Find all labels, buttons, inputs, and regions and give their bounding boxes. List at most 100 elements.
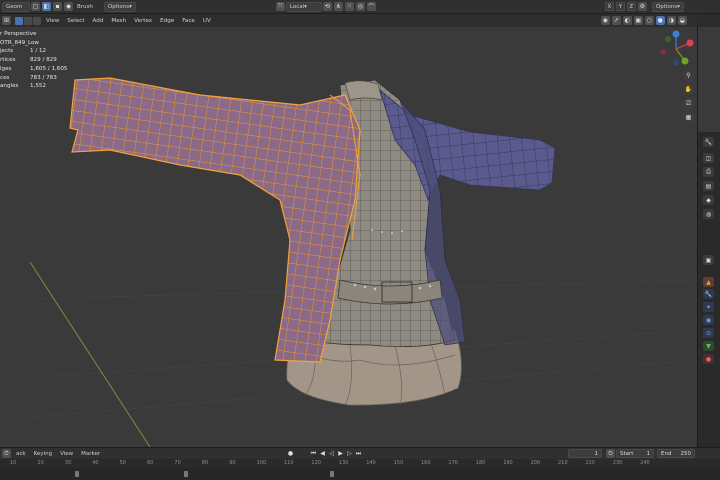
world-tab-icon[interactable]: ◍: [703, 209, 714, 219]
start-frame-field[interactable]: Start 1: [616, 449, 654, 458]
shading-solid-icon[interactable]: ●: [655, 16, 665, 25]
brush-settings-icon[interactable]: ⚙: [637, 2, 647, 11]
output-tab-icon[interactable]: ⎙: [703, 167, 714, 177]
visibility-icon[interactable]: ◉: [600, 16, 610, 25]
particles-tab-icon[interactable]: ✦: [703, 302, 714, 312]
snap-icon[interactable]: ⋔: [333, 2, 343, 11]
menu-uv[interactable]: UV: [199, 14, 215, 27]
3d-viewport[interactable]: [0, 27, 697, 447]
render-tab-icon[interactable]: ◫: [703, 153, 714, 163]
ortho-grid-icon[interactable]: ▦: [683, 112, 694, 123]
axis-x-toggle[interactable]: X: [604, 2, 614, 11]
options-dropdown[interactable]: Options ▾: [103, 1, 136, 12]
ruler-tick: 90: [229, 460, 236, 466]
hand-pan-icon[interactable]: ✋: [683, 84, 694, 95]
wrench-icon[interactable]: 🔧: [703, 289, 714, 299]
timeline-body[interactable]: [0, 468, 720, 480]
menu-select[interactable]: Select: [63, 14, 88, 27]
timeline-menu-keying[interactable]: Keying: [30, 451, 56, 457]
current-frame-field[interactable]: 1: [568, 449, 602, 458]
view-layer-tab-icon[interactable]: ▤: [703, 181, 714, 191]
snap-target-icon[interactable]: ⁙: [344, 2, 354, 11]
material-tab-icon[interactable]: ●: [703, 354, 714, 364]
ruler-tick: 20: [37, 460, 44, 466]
pivot-icon[interactable]: ⟲: [322, 2, 332, 11]
vertex-select-icon[interactable]: [15, 16, 23, 25]
start-value: 1: [646, 450, 651, 457]
play-icon[interactable]: ▶: [336, 449, 345, 458]
zoom-icon[interactable]: ⚲: [683, 70, 694, 81]
tool-icon-2[interactable]: ▪: [53, 2, 62, 11]
mirror-axes: X Y Z: [604, 2, 637, 11]
preview-range-icon[interactable]: ⏲: [606, 449, 615, 458]
data-tab-icon[interactable]: ▼: [703, 341, 714, 351]
next-keyframe-icon[interactable]: ▷: [345, 449, 354, 458]
camera-view-icon[interactable]: ⎚: [683, 98, 694, 109]
prev-keyframe-icon[interactable]: ◀: [318, 449, 327, 458]
editor-type-icon[interactable]: ⊞: [2, 16, 11, 25]
tool-active-icon[interactable]: ◧: [42, 2, 51, 11]
modifier-tab-icon[interactable]: ▲: [703, 277, 714, 287]
menu-edge[interactable]: Edge: [156, 14, 178, 27]
ruler-tick: 230: [612, 460, 623, 466]
scene-tab-icon[interactable]: ◆: [703, 195, 714, 205]
viewport-header: ⊞ View Select Add Mesh Vertex Edge Face …: [0, 14, 697, 27]
falloff-icon[interactable]: ⌒: [366, 2, 376, 11]
select-box-icon[interactable]: ▢: [31, 2, 40, 11]
stat-value: 829 / 829: [30, 57, 57, 64]
shading-wire-icon[interactable]: ○: [644, 16, 654, 25]
overlay-icon[interactable]: ◐: [622, 16, 632, 25]
tool-icon-3[interactable]: ◆: [64, 2, 73, 11]
shading-render-icon[interactable]: ◒: [677, 16, 687, 25]
stat-key: angles: [0, 83, 19, 90]
menu-add[interactable]: Add: [89, 14, 108, 27]
timeline-marker: [330, 471, 334, 477]
brush-label[interactable]: Brush: [74, 2, 96, 12]
transform-orientation-icon[interactable]: ⤧: [275, 2, 285, 11]
edge-select-icon[interactable]: [24, 16, 32, 25]
end-frame-field[interactable]: End 250: [657, 449, 695, 458]
ruler-tick: 220: [585, 460, 595, 466]
object-name: OTR_849_Low: [0, 39, 39, 46]
shading-material-icon[interactable]: ◑: [666, 16, 676, 25]
timeline-menu-marker[interactable]: Marker: [77, 451, 104, 457]
constraints-tab-icon[interactable]: ⊙: [703, 328, 714, 338]
stat-key: jects: [0, 48, 14, 55]
physics-tab-icon[interactable]: ◉: [703, 315, 714, 325]
navigation-gizmo[interactable]: [656, 29, 696, 69]
ruler-tick: 100: [256, 460, 267, 466]
end-label: End: [661, 450, 672, 457]
stat-row: ces 783 / 783: [0, 74, 67, 83]
menu-mesh[interactable]: Mesh: [107, 14, 130, 27]
current-frame-value: 1: [594, 450, 599, 457]
timeline-editor-icon[interactable]: ⏱: [2, 449, 11, 458]
play-reverse-icon[interactable]: ◁: [327, 449, 336, 458]
record-icon[interactable]: ●: [286, 449, 295, 458]
orientation-dropdown[interactable]: Local ▾: [285, 1, 322, 12]
tool-tab-icon[interactable]: 🔧: [703, 137, 714, 147]
right-options-dropdown[interactable]: Options ▾: [651, 1, 684, 12]
ruler-tick: 140: [366, 460, 376, 466]
stat-key: rtices: [0, 57, 16, 64]
jump-end-icon[interactable]: ⏭: [354, 449, 363, 458]
stat-value: 783 / 783: [30, 74, 57, 81]
stat-row: rtices 829 / 829: [0, 56, 67, 65]
timeline-menu-playback[interactable]: ack: [12, 451, 30, 457]
menu-vertex[interactable]: Vertex: [130, 14, 156, 27]
proportional-edit-icon[interactable]: ◎: [355, 2, 365, 11]
jump-start-icon[interactable]: ⏮: [309, 449, 318, 458]
face-select-icon[interactable]: [33, 16, 41, 25]
ruler-tick: 160: [421, 460, 431, 466]
menu-face[interactable]: Face: [178, 14, 199, 27]
axis-y-toggle[interactable]: Y: [615, 2, 625, 11]
brush-spacer: [96, 2, 104, 12]
axis-z-toggle[interactable]: Z: [626, 2, 636, 11]
gizmo-toggle-icon[interactable]: ↗: [611, 16, 621, 25]
xray-icon[interactable]: ▣: [633, 16, 643, 25]
menu-view[interactable]: View: [42, 14, 63, 27]
timeline-menu-view[interactable]: View: [56, 451, 77, 457]
timeline-ruler[interactable]: 10 20 30 40 50 60 70 80 90 100 110 120 130 140 150 160 1…: [0, 459, 720, 468]
object-tab-icon[interactable]: ▣: [703, 255, 714, 265]
mode-dropdown[interactable]: Geom: [2, 1, 30, 12]
